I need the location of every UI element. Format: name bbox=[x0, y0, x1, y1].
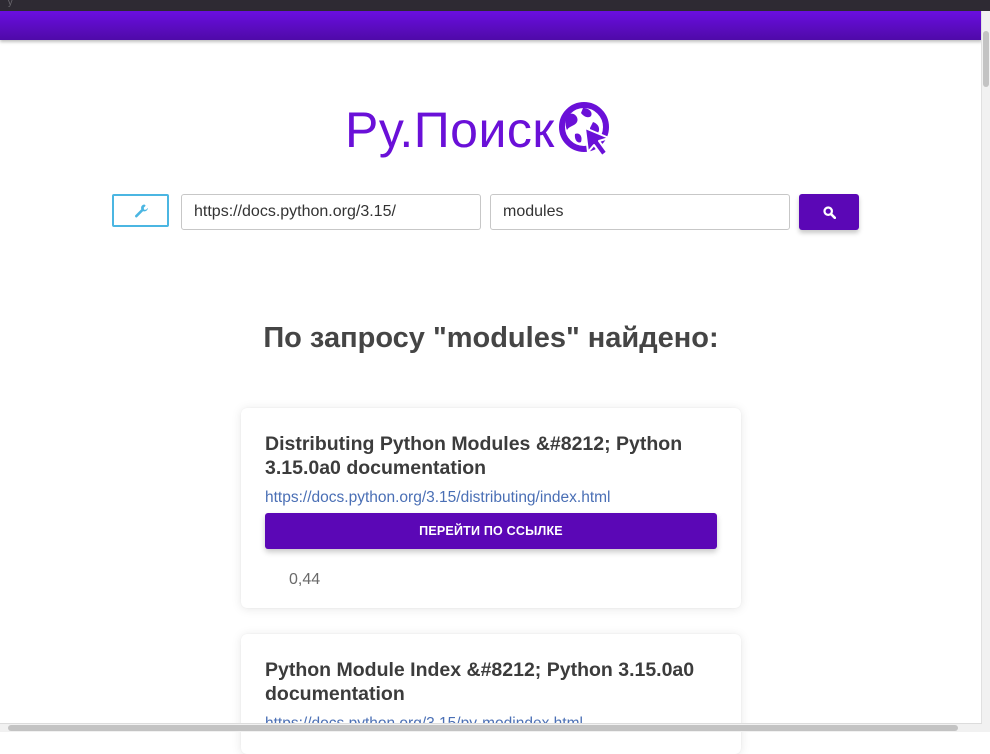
open-link-button[interactable]: ПЕРЕЙТИ ПО ССЫЛКЕ bbox=[265, 513, 717, 549]
search-query-input[interactable]: modules bbox=[490, 194, 790, 230]
relevance-score: 0,44 bbox=[289, 571, 321, 588]
globe-cursor-icon bbox=[558, 102, 610, 157]
vertical-scrollbar[interactable] bbox=[981, 11, 990, 732]
vertical-scroll-thumb[interactable] bbox=[983, 31, 989, 87]
results-heading: По запросу "modules" найдено: bbox=[263, 322, 719, 354]
result-url-link[interactable]: https://docs.python.org/3.15/distributin… bbox=[265, 489, 717, 507]
horizontal-scroll-thumb[interactable] bbox=[8, 725, 958, 731]
result-title: Python Module Index &#8212; Python 3.15.… bbox=[265, 659, 695, 705]
tab-hint: y bbox=[8, 0, 13, 7]
search-button[interactable] bbox=[799, 194, 859, 230]
result-card: Distributing Python Modules &#8212; Pyth… bbox=[241, 408, 741, 608]
result-card: Python Module Index &#8212; Python 3.15.… bbox=[241, 634, 741, 754]
site-logo[interactable]: Ру.Поиск bbox=[345, 98, 615, 162]
wrench-icon bbox=[134, 204, 148, 217]
navbar bbox=[0, 11, 982, 40]
horizontal-scrollbar[interactable] bbox=[0, 723, 982, 732]
logo-text: Ру.Поиск bbox=[345, 102, 555, 158]
result-title: Distributing Python Modules &#8212; Pyth… bbox=[265, 433, 683, 479]
site-url-input[interactable]: https://docs.python.org/3.15/ bbox=[181, 194, 481, 230]
search-icon bbox=[822, 205, 836, 219]
browser-top-strip: y bbox=[0, 0, 990, 11]
tools-button[interactable] bbox=[112, 194, 169, 227]
